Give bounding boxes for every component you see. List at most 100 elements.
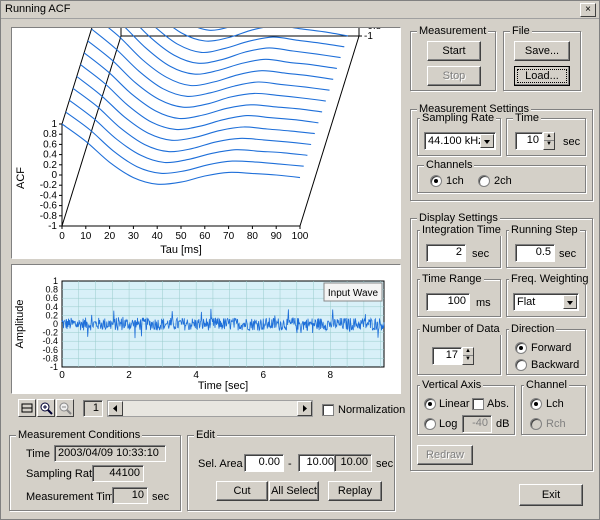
- y-tick-label: 0.2: [43, 160, 57, 171]
- measurement-time-value: 10: [112, 487, 148, 504]
- x-tick-label: 0: [59, 231, 65, 242]
- time-setting-spinner[interactable]: ▲ ▼: [543, 132, 555, 150]
- sampling-rate-select[interactable]: 44.100 kHz: [424, 132, 496, 150]
- time-setting-group: Time 10 ▲ ▼ sec: [506, 112, 586, 156]
- y-tick-label: 0.4: [45, 302, 58, 312]
- zoom-out-button[interactable]: [56, 399, 74, 417]
- redraw-button[interactable]: Redraw: [417, 445, 473, 465]
- y-tick-label: -0.2: [40, 180, 58, 191]
- acf-series-line: [172, 28, 348, 42]
- number-of-data-field[interactable]: 17: [432, 347, 462, 365]
- page-number-field[interactable]: 1: [83, 400, 103, 417]
- horizontal-scrollbar[interactable]: [107, 400, 313, 417]
- y-tick-label: 0: [53, 319, 58, 329]
- time-setting-field[interactable]: 10: [515, 132, 543, 150]
- time-range-legend: Time Range: [420, 273, 484, 285]
- acf-series-line: [76, 76, 315, 141]
- normalization-checkbox[interactable]: [322, 404, 334, 416]
- x-tick-label: 80: [247, 231, 259, 242]
- measurement-legend: Measurement: [417, 25, 489, 37]
- time-range-field[interactable]: 100: [426, 293, 470, 311]
- time-label: Time: [26, 448, 51, 460]
- right-tick-label: -1: [364, 31, 373, 42]
- vertical-axis-legend: Vertical Axis: [420, 379, 484, 391]
- time-range-group: Time Range 100 ms: [417, 273, 501, 317]
- all-select-button[interactable]: All Select: [269, 481, 319, 501]
- channel-lch-radio[interactable]: [530, 398, 542, 410]
- channel-legend: Channel: [524, 379, 569, 391]
- direction-backward-radio[interactable]: [515, 359, 527, 371]
- vertical-axis-linear-radio[interactable]: [424, 398, 436, 410]
- time-value: 2003/04/09 10:33:10: [54, 445, 166, 462]
- x-axis-label: Tau [ms]: [160, 244, 202, 256]
- y-tick-label: 1: [51, 119, 57, 130]
- exit-button[interactable]: Exit: [519, 484, 583, 506]
- spin-down-icon[interactable]: ▼: [463, 356, 473, 364]
- direction-group: Direction Forward Backward: [506, 323, 586, 375]
- file-legend: File: [510, 25, 532, 37]
- spin-down-icon[interactable]: ▼: [544, 141, 554, 149]
- measurement-conditions-legend: Measurement Conditions: [16, 429, 143, 441]
- channels-1ch-radio[interactable]: [430, 175, 442, 187]
- scroll-left-button[interactable]: [108, 401, 123, 416]
- x-tick-label: 30: [128, 231, 140, 242]
- running-step-field[interactable]: 0.5: [515, 244, 555, 262]
- channels-legend: Channels: [424, 159, 475, 171]
- y-tick-label: -0.6: [42, 345, 58, 355]
- number-of-data-spinner[interactable]: ▲ ▼: [462, 347, 474, 365]
- dropdown-arrow-icon[interactable]: [480, 134, 494, 148]
- channels-2ch-radio[interactable]: [478, 175, 490, 187]
- scroll-left-arrow-icon: [113, 405, 117, 412]
- edit-legend: Edit: [194, 429, 217, 441]
- direction-forward-radio[interactable]: [515, 342, 527, 354]
- sel-area-from-field[interactable]: 0.00: [244, 454, 284, 472]
- channel-rch-radio[interactable]: [530, 418, 542, 430]
- x-tick-label: 10: [80, 231, 92, 242]
- save-button[interactable]: Save...: [514, 41, 570, 61]
- edit-group: Edit Sel. Area 0.00 - 10.00 10.00 sec Cu…: [187, 429, 395, 511]
- x-tick-label: 0: [59, 370, 65, 381]
- spin-up-icon[interactable]: ▲: [463, 348, 473, 356]
- channels-group: Channels 1ch 2ch: [417, 159, 586, 193]
- y-tick-label: 0.8: [45, 285, 58, 295]
- cut-button[interactable]: Cut: [216, 481, 268, 501]
- sel-area-label: Sel. Area: [198, 458, 243, 470]
- load-button[interactable]: Load...: [514, 66, 570, 86]
- running-step-group: Running Step 0.5 sec: [506, 224, 586, 268]
- y-tick-label: -0.4: [42, 336, 58, 346]
- close-button[interactable]: ×: [580, 3, 596, 17]
- channel-rch-label: Rch: [546, 418, 566, 430]
- channels-2ch-label: 2ch: [494, 175, 512, 187]
- display-settings-group: Display Settings Integration Time 2 sec …: [410, 212, 593, 471]
- vertical-axis-log-radio[interactable]: [424, 418, 436, 430]
- integration-time-legend: Integration Time: [420, 224, 503, 236]
- time-setting-legend: Time: [513, 112, 542, 124]
- sampling-rate-value: 44100: [92, 465, 144, 482]
- spin-up-icon[interactable]: ▲: [544, 133, 554, 141]
- dropdown-arrow-icon[interactable]: [563, 295, 577, 309]
- zoom-in-button[interactable]: [37, 399, 55, 417]
- stop-button[interactable]: Stop: [427, 66, 481, 86]
- y-tick-label: -0.2: [42, 328, 58, 338]
- abs-label: Abs.: [487, 398, 510, 410]
- abs-checkbox[interactable]: [472, 398, 484, 410]
- replay-button[interactable]: Replay: [328, 481, 382, 501]
- freq-weighting-select[interactable]: Flat: [513, 293, 579, 311]
- scroll-right-button[interactable]: [297, 401, 312, 416]
- sel-area-to-field[interactable]: 10.00: [298, 454, 338, 472]
- fit-view-button[interactable]: [18, 399, 36, 417]
- measurement-group: Measurement Start Stop: [410, 25, 496, 91]
- y-axis-label: ACF: [15, 167, 27, 189]
- integration-time-field[interactable]: 2: [426, 244, 466, 262]
- y-tick-label: -0.8: [40, 211, 58, 222]
- freq-weighting-group: Freq. Weighting Flat: [506, 273, 591, 317]
- start-button[interactable]: Start: [427, 41, 481, 61]
- measurement-conditions-group: Measurement Conditions Time 2003/04/09 1…: [9, 429, 181, 511]
- freq-weighting-selected: Flat: [517, 296, 536, 308]
- x-tick-label: 40: [152, 231, 164, 242]
- y-tick-label: -1: [50, 362, 58, 372]
- log-db-unit: dB: [496, 418, 510, 430]
- acf-series-line: [72, 87, 312, 153]
- log-db-field[interactable]: -40: [462, 415, 492, 433]
- measurement-time-label: Measurement Time: [26, 491, 121, 503]
